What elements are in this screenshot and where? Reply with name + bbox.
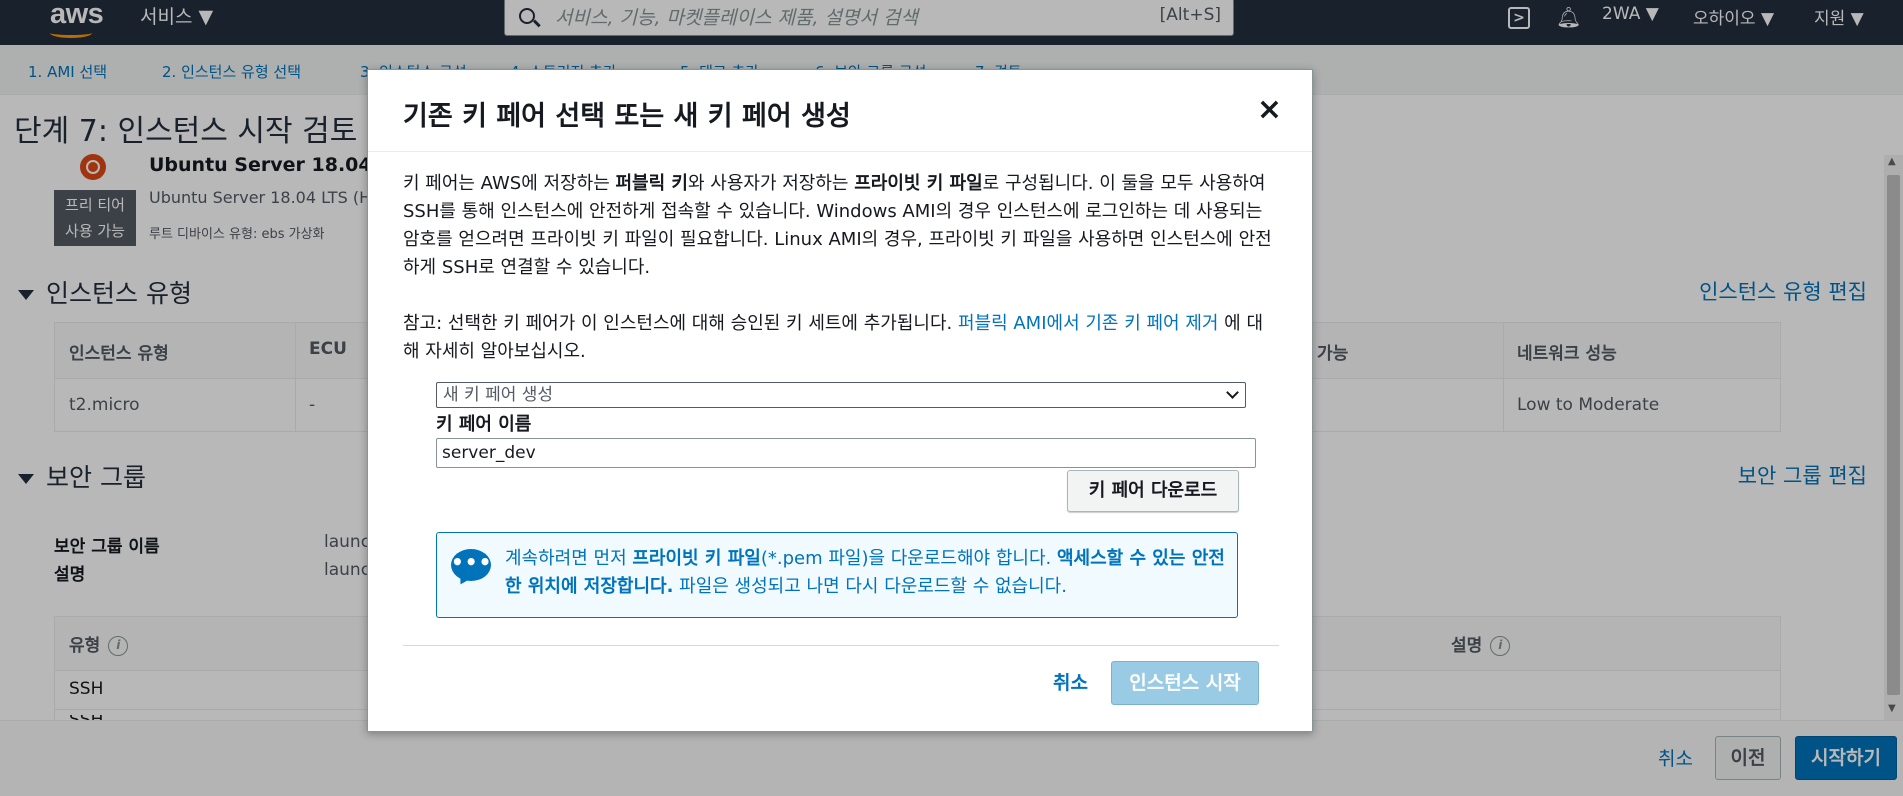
modal-title: 기존 키 페어 선택 또는 새 키 페어 생성: [403, 101, 851, 132]
key-pair-select-value: 새 키 페어 생성: [443, 385, 554, 405]
key-pair-select[interactable]: 새 키 페어 생성: [436, 382, 1246, 408]
info-alert: ••• 계속하려면 먼저 프라이빗 키 파일(*.pem 파일)을 다운로드해야…: [436, 532, 1238, 618]
modal-description: 키 페어는 AWS에 저장하는 퍼블릭 키와 사용자가 저장하는 프라이빗 키 …: [403, 173, 1272, 278]
download-key-pair-button[interactable]: 키 페어 다운로드: [1067, 470, 1239, 512]
chat-bubble-icon: •••: [451, 549, 491, 581]
chevron-down-icon: [1226, 386, 1239, 399]
key-pair-name-label: 키 페어 이름: [436, 414, 532, 435]
remove-key-pair-link[interactable]: 퍼블릭 AMI에서 기존 키 페어 제거: [958, 313, 1218, 334]
modal-cancel-button[interactable]: 취소: [1053, 668, 1088, 695]
modal-note: 참고: 선택한 키 페어가 이 인스턴스에 대해 승인된 키 세트에 추가됩니다…: [403, 313, 1264, 362]
info-alert-text: 계속하려면 먼저 프라이빗 키 파일(*.pem 파일)을 다운로드해야 합니다…: [505, 548, 1225, 597]
close-icon[interactable]: ×: [1257, 92, 1282, 127]
key-pair-name-input[interactable]: server_dev: [436, 438, 1256, 468]
modal-header: 기존 키 페어 선택 또는 새 키 페어 생성 ×: [368, 70, 1312, 152]
launch-instance-button[interactable]: 인스턴스 시작: [1111, 661, 1259, 705]
key-pair-modal: 기존 키 페어 선택 또는 새 키 페어 생성 × 키 페어는 AWS에 저장하…: [367, 69, 1313, 732]
modal-divider: [403, 645, 1279, 646]
